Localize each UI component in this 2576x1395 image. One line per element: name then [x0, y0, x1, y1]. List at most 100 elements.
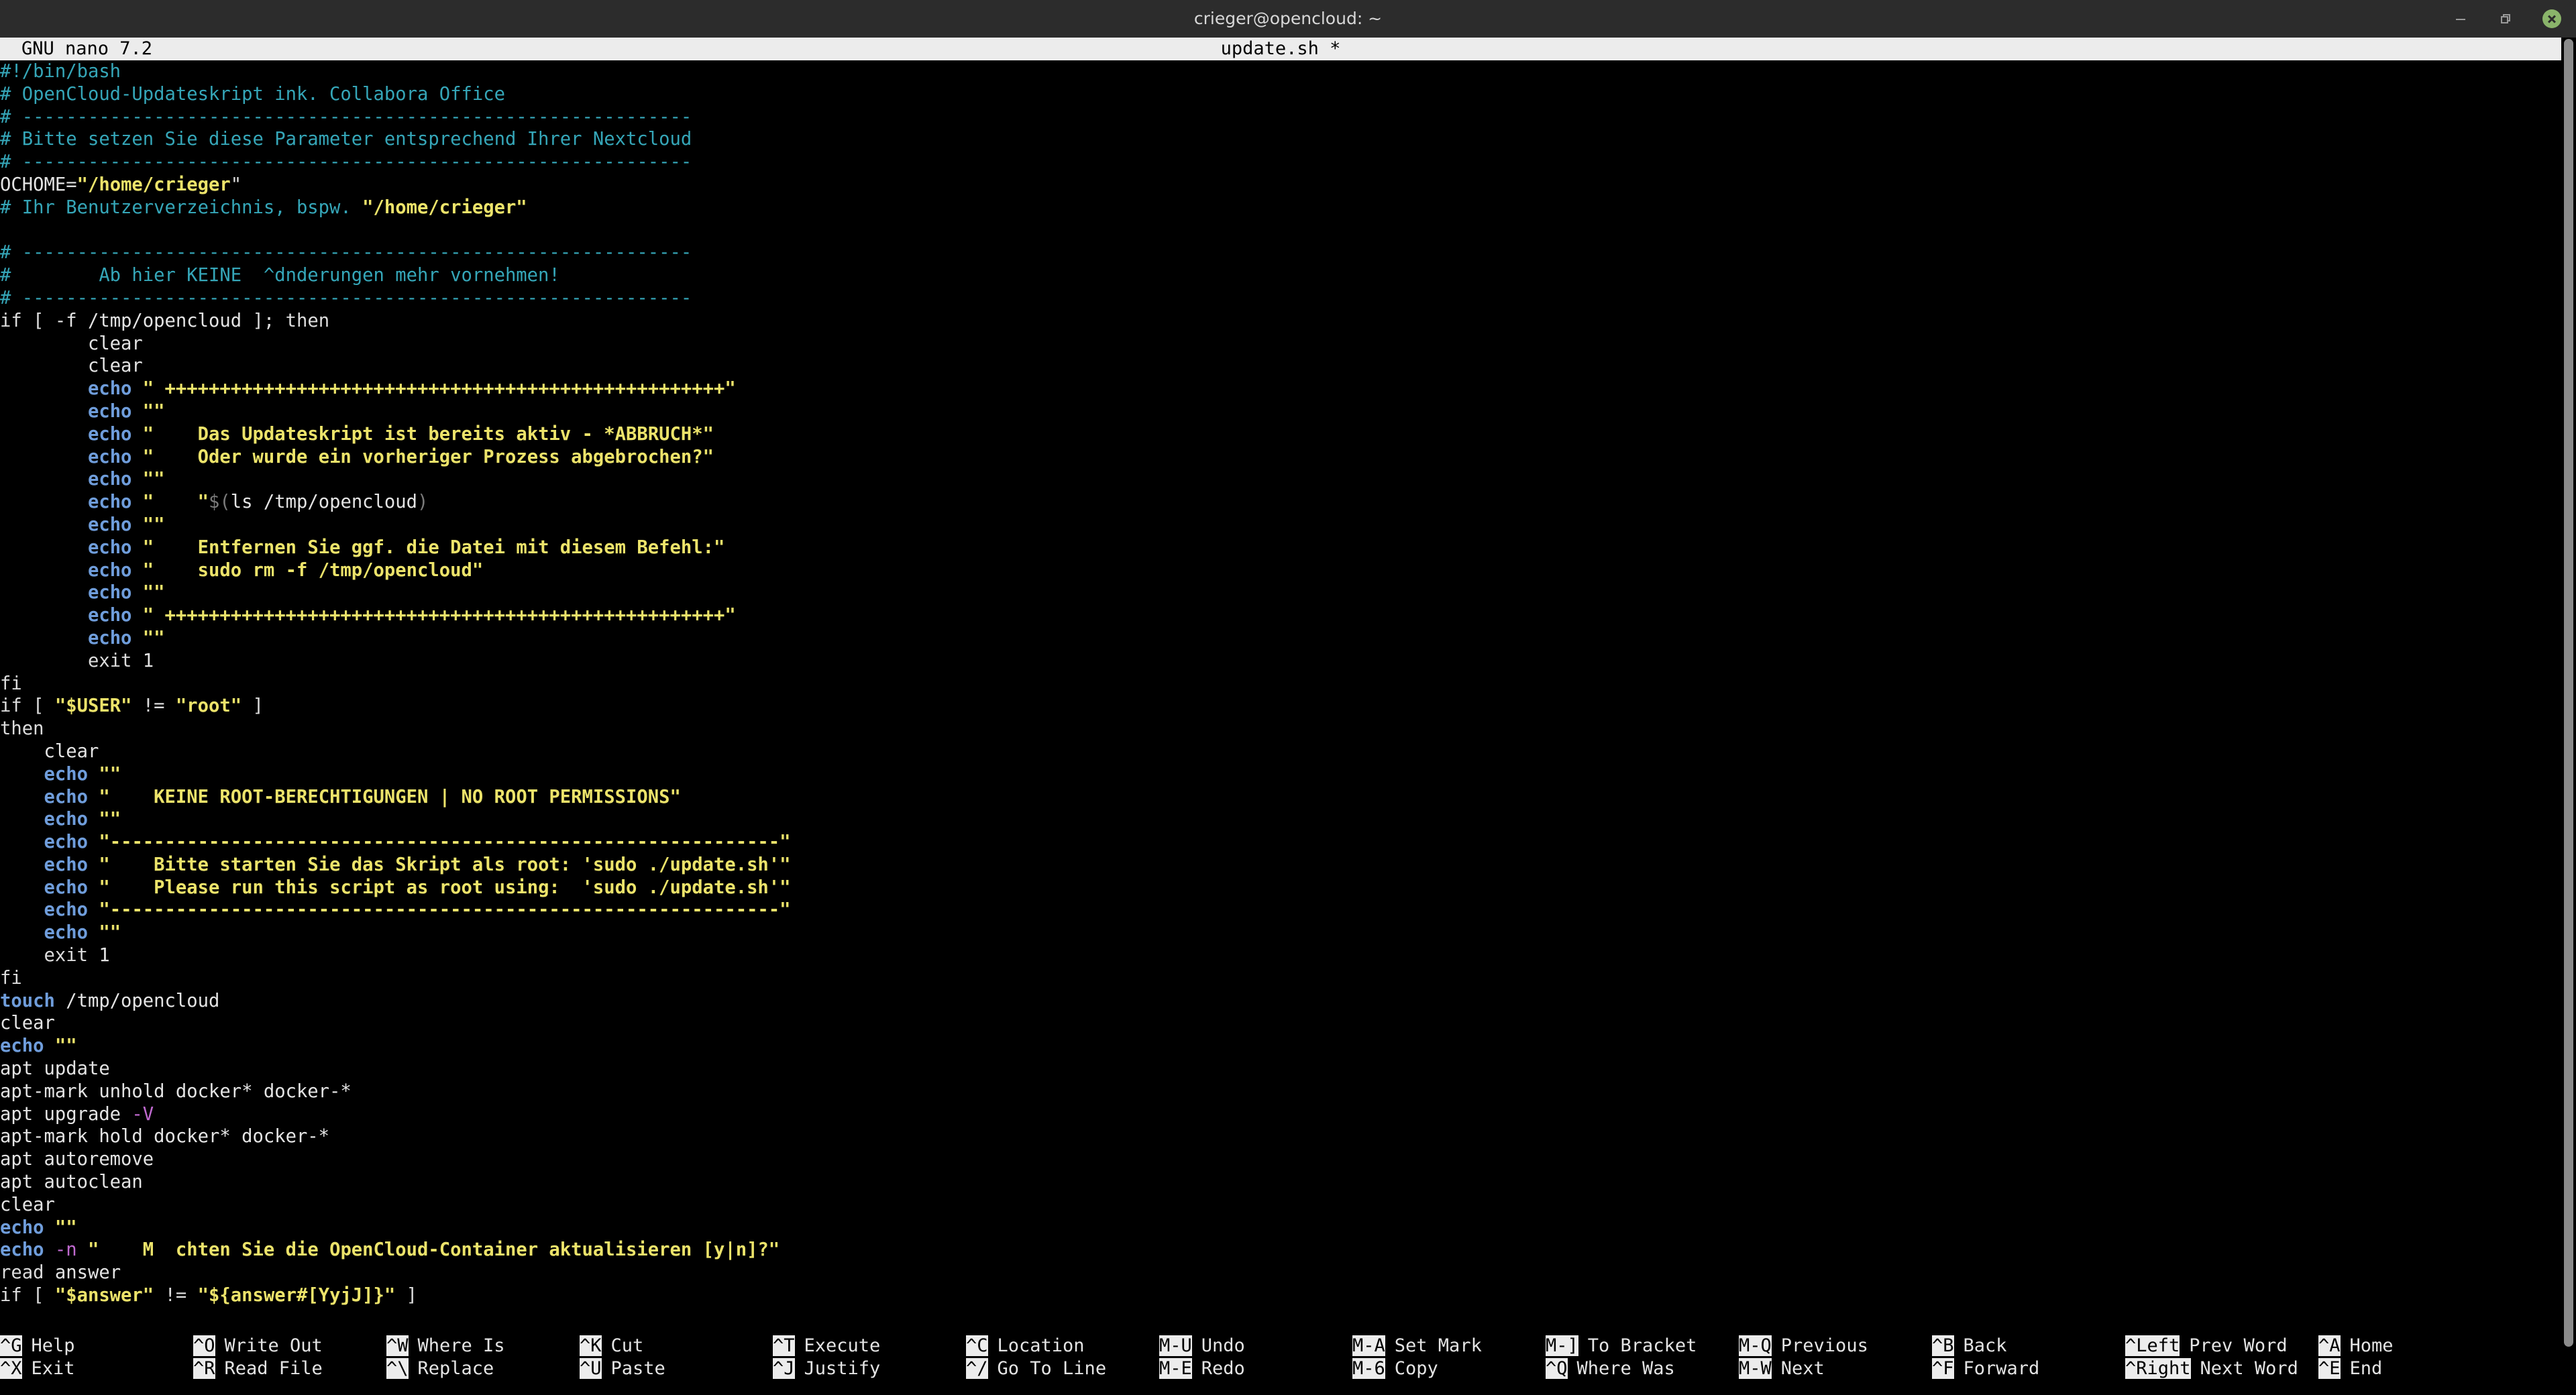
shortcut-label: Cut [610, 1335, 644, 1356]
code-line[interactable]: clear [0, 333, 2561, 355]
code-token: -n [44, 1239, 88, 1261]
code-line[interactable]: apt-mark hold docker* docker-* [0, 1125, 2561, 1148]
code-token: "${answer#[YyjJ]}" [197, 1285, 396, 1306]
minimize-icon[interactable] [2451, 9, 2470, 28]
code-line[interactable]: echo " Oder wurde ein vorheriger Prozess… [0, 446, 2561, 469]
code-line[interactable]: then [0, 718, 2561, 740]
close-icon[interactable] [2542, 9, 2561, 28]
code-token: echo [87, 605, 132, 626]
code-token: echo [44, 786, 88, 807]
code-line[interactable]: echo " Das Updateskript ist bereits akti… [0, 423, 2561, 446]
shortcut-item: ^W Where Is [386, 1335, 505, 1357]
code-line[interactable]: echo " Entfernen Sie ggf. die Datei mit … [0, 537, 2561, 559]
scrollbar[interactable] [2561, 38, 2576, 1360]
code-token: ] [395, 1285, 418, 1306]
code-line[interactable]: # --------------------------------------… [0, 106, 2561, 129]
code-line[interactable] [0, 219, 2561, 242]
code-line[interactable]: exit 1 [0, 650, 2561, 673]
code-line[interactable]: echo -n " M chten Sie die OpenCloud-Cont… [0, 1239, 2561, 1262]
code-token: echo [44, 763, 88, 785]
shortcut-item: ^Right Next Word [2125, 1357, 2298, 1380]
code-line[interactable]: apt-mark unhold docker* docker-* [0, 1080, 2561, 1103]
shortcut-key: ^U [580, 1358, 602, 1379]
code-token: exit [44, 945, 88, 966]
code-line[interactable]: echo "" [0, 581, 2561, 604]
code-line[interactable]: fi [0, 673, 2561, 695]
code-line[interactable]: # Ihr Benutzerverzeichnis, bspw. "/home/… [0, 197, 2561, 219]
code-line[interactable]: echo "" [0, 1035, 2561, 1058]
shortcut-item: M-W Next [1739, 1357, 1825, 1380]
code-token: "" [131, 514, 165, 535]
code-token: " Oder wurde ein vorheriger Prozess abge… [131, 446, 714, 467]
code-line[interactable]: apt autoclean [0, 1171, 2561, 1194]
code-line[interactable]: echo "" [0, 808, 2561, 831]
code-token: touch [0, 990, 55, 1011]
code-line[interactable]: # OpenCloud-Updateskript ink. Collabora … [0, 83, 2561, 106]
code-line[interactable]: # --------------------------------------… [0, 151, 2561, 174]
shortcut-label: Next [1780, 1358, 1825, 1379]
shortcut-item: ^E End [2318, 1357, 2382, 1380]
window-titlebar[interactable]: crieger@opencloud: ~ [0, 0, 2576, 38]
code-token: apt-mark hold docker* docker-* [0, 1126, 330, 1148]
code-line[interactable]: echo "" [0, 1217, 2561, 1239]
code-line[interactable]: apt autoremove [0, 1148, 2561, 1171]
code-line[interactable]: if [ -f /tmp/opencloud ]; then [0, 310, 2561, 333]
code-line[interactable]: echo "" [0, 514, 2561, 537]
code-line[interactable]: #!/bin/bash [0, 60, 2561, 83]
code-line[interactable]: read answer [0, 1262, 2561, 1284]
code-line[interactable]: fi [0, 967, 2561, 990]
scrollbar-thumb[interactable] [2564, 39, 2573, 1347]
editor-text-area[interactable]: #!/bin/bash # OpenCloud-Updateskript ink.… [0, 60, 2561, 1307]
code-line[interactable]: apt upgrade -V [0, 1103, 2561, 1126]
code-line[interactable]: # Ab hier KEINE ^dnderungen mehr vornehm… [0, 264, 2561, 287]
code-line[interactable]: echo " +++++++++++++++++++++++++++++++++… [0, 378, 2561, 400]
terminal-window: crieger@opencloud: ~ GNU nano 7.2 update… [0, 0, 2576, 1395]
code-line[interactable]: echo "" [0, 763, 2561, 786]
code-line[interactable]: echo " Bitte starten Sie das Skript als … [0, 854, 2561, 877]
code-line[interactable]: exit 1 [0, 944, 2561, 967]
code-token: echo [87, 423, 132, 445]
code-line[interactable]: clear [0, 740, 2561, 763]
shortcut-key: ^X [0, 1358, 22, 1379]
code-line[interactable]: echo "" [0, 400, 2561, 423]
window-title: crieger@opencloud: ~ [1193, 9, 1383, 28]
code-line[interactable]: echo "" [0, 627, 2561, 650]
shortcut-key: ^Q [1546, 1358, 1568, 1379]
code-line[interactable]: echo " KEINE ROOT-BERECHTIGUNGEN | NO RO… [0, 786, 2561, 809]
code-line[interactable]: clear [0, 1012, 2561, 1035]
code-token: = [66, 174, 77, 195]
code-line[interactable]: apt update [0, 1058, 2561, 1080]
code-line[interactable]: if [ "$answer" != "${answer#[YyjJ]}" ] [0, 1284, 2561, 1307]
file-name: update.sh * [1220, 38, 1341, 59]
code-line[interactable]: echo " sudo rm -f /tmp/opencloud" [0, 559, 2561, 582]
code-token: echo [0, 1217, 44, 1238]
shortcut-item: ^B Back [1932, 1335, 2007, 1357]
code-line[interactable]: OCHOME="/home/crieger" [0, 174, 2561, 197]
code-line[interactable]: echo "----------------------------------… [0, 831, 2561, 854]
code-line[interactable]: echo " +++++++++++++++++++++++++++++++++… [0, 604, 2561, 627]
shortcut-item: M-A Set Mark [1352, 1335, 1482, 1357]
code-token: # --------------------------------------… [0, 152, 692, 173]
code-line[interactable]: echo " "$(ls /tmp/opencloud) [0, 491, 2561, 514]
shortcut-label: To Bracket [1587, 1335, 1697, 1356]
code-line[interactable]: # --------------------------------------… [0, 287, 2561, 310]
restore-icon[interactable] [2497, 9, 2516, 28]
code-line[interactable]: clear [0, 355, 2561, 378]
code-token: " " [131, 492, 209, 513]
code-line[interactable]: # --------------------------------------… [0, 241, 2561, 264]
code-line[interactable]: echo "" [0, 922, 2561, 944]
code-line[interactable]: touch /tmp/opencloud [0, 990, 2561, 1013]
code-line[interactable]: echo "----------------------------------… [0, 899, 2561, 922]
shortcut-label: Copy [1394, 1358, 1438, 1379]
code-line[interactable]: echo "" [0, 468, 2561, 491]
code-line[interactable]: if [ "$USER" != "root" ] [0, 695, 2561, 718]
code-token: echo [87, 514, 132, 535]
code-line[interactable]: echo " Please run this script as root us… [0, 877, 2561, 899]
code-line[interactable]: # Bitte setzen Sie diese Parameter entsp… [0, 128, 2561, 151]
code-line[interactable]: clear [0, 1194, 2561, 1217]
